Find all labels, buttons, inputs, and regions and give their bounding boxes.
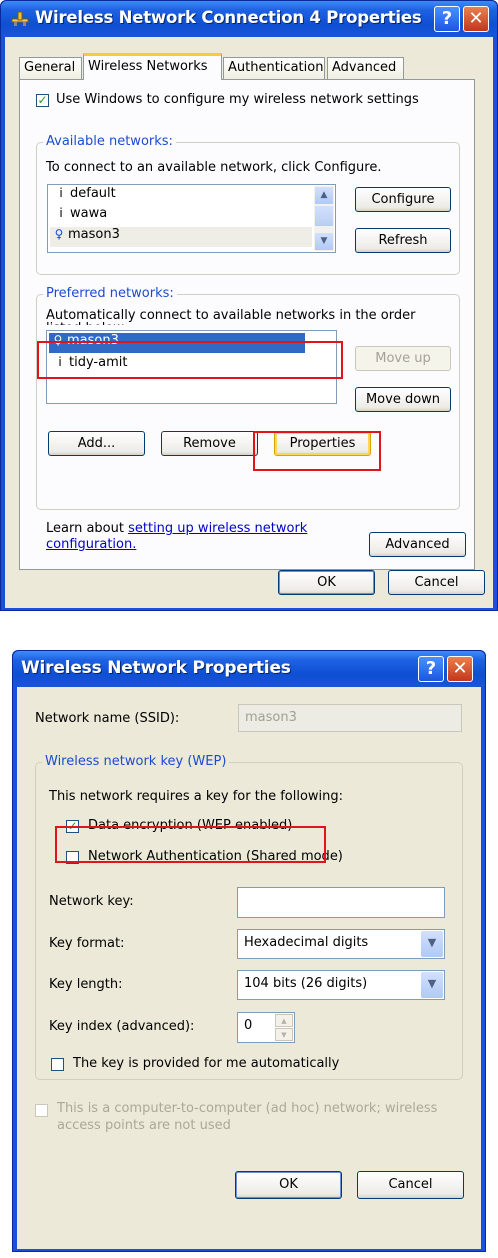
- help-button[interactable]: ?: [418, 656, 444, 682]
- dialog-title: Wireless Network Connection 4 Properties: [35, 8, 422, 27]
- key-format-label: Key format:: [49, 936, 125, 951]
- advanced-button[interactable]: Advanced: [369, 532, 466, 557]
- scroll-up-icon[interactable]: ▲: [315, 187, 333, 204]
- scroll-down-icon[interactable]: ▼: [315, 233, 333, 250]
- close-button[interactable]: ✕: [463, 6, 489, 32]
- preferred-networks-legend: Preferred networks:: [43, 286, 177, 301]
- key-index-label: Key index (advanced):: [49, 1019, 195, 1034]
- tab-strip: General Wireless Networks Authentication…: [19, 53, 475, 80]
- wireless-network-properties-dialog: Wireless Network Properties ? ✕ Network …: [12, 650, 486, 1252]
- chevron-down-icon[interactable]: ▼: [421, 931, 443, 957]
- network-connection-icon: [10, 9, 30, 29]
- help-button[interactable]: ?: [434, 6, 460, 32]
- wep-key-group: Wireless network key (WEP) This network …: [35, 754, 463, 1080]
- title-bar[interactable]: Wireless Network Properties ? ✕: [13, 651, 485, 687]
- key-format-value: Hexadecimal digits: [244, 935, 369, 950]
- cancel-button[interactable]: Cancel: [388, 570, 485, 595]
- move-up-button[interactable]: Move up: [355, 346, 451, 371]
- learn-about-text: Learn about setting up wireless network …: [46, 521, 308, 552]
- available-networks-legend: Available networks:: [43, 134, 176, 149]
- dialog-client-area: General Wireless Networks Authentication…: [5, 37, 493, 608]
- key-length-value: 104 bits (26 digits): [244, 976, 368, 991]
- title-bar[interactable]: Wireless Network Connection 4 Properties…: [1, 1, 497, 37]
- move-down-button[interactable]: Move down: [355, 387, 451, 412]
- adhoc-checkbox[interactable]: [35, 1104, 48, 1117]
- antenna-icon: i: [59, 206, 63, 220]
- list-scrollbar[interactable]: ▲ ▼: [314, 186, 334, 251]
- list-item[interactable]: ♀ mason3: [50, 227, 312, 247]
- add-button[interactable]: Add...: [48, 431, 145, 456]
- available-networks-list[interactable]: i default i wawa ♀ mason3 ▲ ▼: [47, 184, 336, 253]
- spin-down-icon[interactable]: ▼: [275, 1028, 293, 1041]
- scroll-thumb[interactable]: [315, 206, 333, 226]
- list-item[interactable]: ♀ mason3: [49, 333, 305, 353]
- adhoc-label-line2: access points are not used: [57, 1118, 231, 1133]
- adhoc-label-line1: This is a computer-to-computer (ad hoc) …: [57, 1101, 438, 1116]
- auto-key-label: The key is provided for me automatically: [73, 1056, 340, 1071]
- antenna-icon: i: [58, 355, 62, 369]
- network-auth-label: Network Authentication (Shared mode): [88, 849, 343, 864]
- data-encryption-label: Data encryption (WEP enabled): [88, 818, 293, 833]
- network-key-input[interactable]: [237, 887, 445, 918]
- key-length-label: Key length:: [49, 977, 123, 992]
- key-index-value: 0: [244, 1018, 253, 1033]
- key-length-select[interactable]: 104 bits (26 digits) ▼: [237, 970, 445, 1000]
- preferred-networks-list[interactable]: ♀ mason3 i tidy-amit: [46, 330, 337, 404]
- network-key-label: Network key:: [49, 894, 134, 909]
- configure-button[interactable]: Configure: [355, 187, 451, 212]
- spin-up-icon[interactable]: ▲: [275, 1014, 293, 1027]
- preferred-instructions-line1: Automatically connect to available netwo…: [46, 309, 416, 325]
- tab-general[interactable]: General: [19, 57, 82, 79]
- refresh-button[interactable]: Refresh: [355, 228, 451, 253]
- preferred-networks-group: Preferred networks: Automatically connec…: [36, 286, 460, 510]
- list-item[interactable]: i default: [52, 186, 115, 206]
- requires-key-label: This network requires a key for the foll…: [49, 789, 344, 804]
- auto-key-checkbox[interactable]: [51, 1058, 64, 1071]
- cancel-button[interactable]: Cancel: [357, 1171, 464, 1199]
- wep-key-legend: Wireless network key (WEP): [42, 754, 230, 769]
- list-item[interactable]: i tidy-amit: [51, 355, 127, 375]
- tab-wireless-networks[interactable]: Wireless Networks: [83, 53, 222, 80]
- close-button[interactable]: ✕: [447, 656, 473, 682]
- network-auth-checkbox[interactable]: [66, 851, 79, 864]
- connection-properties-dialog: Wireless Network Connection 4 Properties…: [0, 0, 498, 611]
- tab-advanced[interactable]: Advanced: [327, 57, 404, 79]
- list-item[interactable]: i wawa: [52, 206, 107, 226]
- tab-authentication[interactable]: Authentication: [223, 57, 325, 79]
- access-point-icon: ♀: [53, 333, 63, 347]
- data-encryption-checkbox[interactable]: ✓: [66, 820, 79, 833]
- ok-button[interactable]: OK: [235, 1171, 342, 1199]
- chevron-down-icon[interactable]: ▼: [421, 972, 443, 998]
- use-windows-label: Use Windows to configure my wireless net…: [56, 92, 419, 107]
- wireless-networks-panel: ✓ Use Windows to configure my wireless n…: [19, 79, 475, 570]
- antenna-icon: i: [59, 186, 63, 200]
- ssid-field[interactable]: mason3: [238, 704, 462, 732]
- key-index-spinner[interactable]: 0 ▲ ▼: [237, 1012, 295, 1043]
- dialog-title: Wireless Network Properties: [21, 658, 291, 678]
- available-networks-group: Available networks: To connect to an ava…: [36, 134, 460, 275]
- use-windows-checkbox[interactable]: ✓: [36, 94, 49, 107]
- remove-button[interactable]: Remove: [161, 431, 258, 456]
- available-instructions: To connect to an available network, clic…: [46, 160, 382, 175]
- ssid-label: Network name (SSID):: [35, 711, 180, 726]
- key-format-select[interactable]: Hexadecimal digits ▼: [237, 929, 445, 959]
- dialog-client-area: Network name (SSID): mason3 Wireless net…: [17, 687, 481, 1249]
- ok-button[interactable]: OK: [278, 570, 375, 595]
- properties-button[interactable]: Properties: [274, 431, 371, 456]
- access-point-icon: ♀: [54, 227, 64, 241]
